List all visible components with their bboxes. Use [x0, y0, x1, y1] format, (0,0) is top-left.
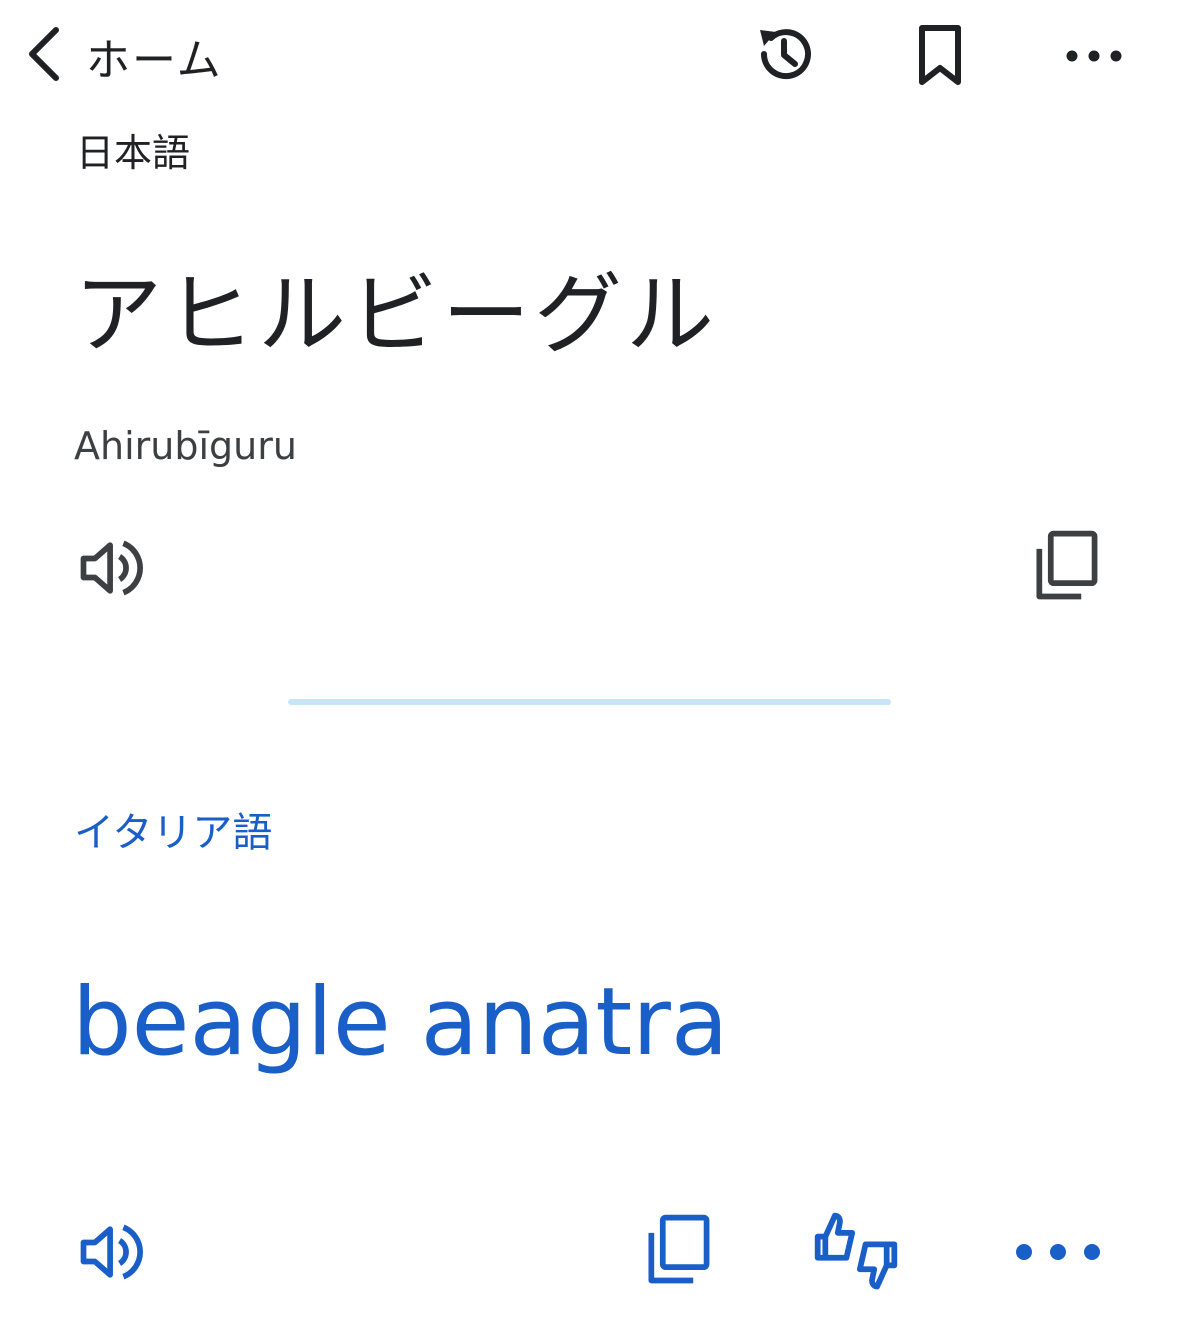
target-more-options-button[interactable] — [1010, 1222, 1106, 1286]
target-text: beagle anatra — [72, 968, 729, 1077]
volume-up-icon — [74, 530, 150, 610]
history-button[interactable] — [748, 20, 820, 92]
back-label: ホーム — [86, 35, 223, 86]
source-copy-button[interactable] — [1024, 526, 1108, 610]
source-language-label: 日本語 — [76, 131, 191, 175]
bookmark-button[interactable] — [904, 20, 976, 92]
volume-up-icon — [74, 1214, 150, 1294]
chevron-left-icon — [20, 22, 68, 90]
target-language-label: イタリア語 — [74, 810, 273, 856]
target-listen-button[interactable] — [72, 1214, 152, 1294]
back-button[interactable]: ホーム — [20, 18, 223, 94]
more-horiz-icon — [1010, 1220, 1106, 1288]
more-options-button[interactable] — [1058, 20, 1130, 92]
source-listen-button[interactable] — [72, 530, 152, 610]
translation-screen: ホーム 日本語 アヒルビーグル Ahirubīguru イタリア語 beagle… — [0, 0, 1179, 1333]
source-transliteration: Ahirubīguru — [74, 424, 297, 468]
top-app-bar: ホーム — [0, 0, 1179, 115]
section-divider — [288, 699, 891, 705]
history-icon — [752, 22, 816, 90]
more-horiz-icon — [1062, 22, 1126, 90]
source-text: アヒルビーグル — [74, 263, 719, 366]
thumbs-up-down-icon — [808, 1206, 904, 1302]
bookmark-icon — [908, 22, 972, 90]
target-copy-button[interactable] — [636, 1210, 720, 1294]
copy-icon — [1026, 526, 1106, 610]
copy-icon — [638, 1210, 718, 1294]
rate-translation-button[interactable] — [806, 1206, 906, 1302]
